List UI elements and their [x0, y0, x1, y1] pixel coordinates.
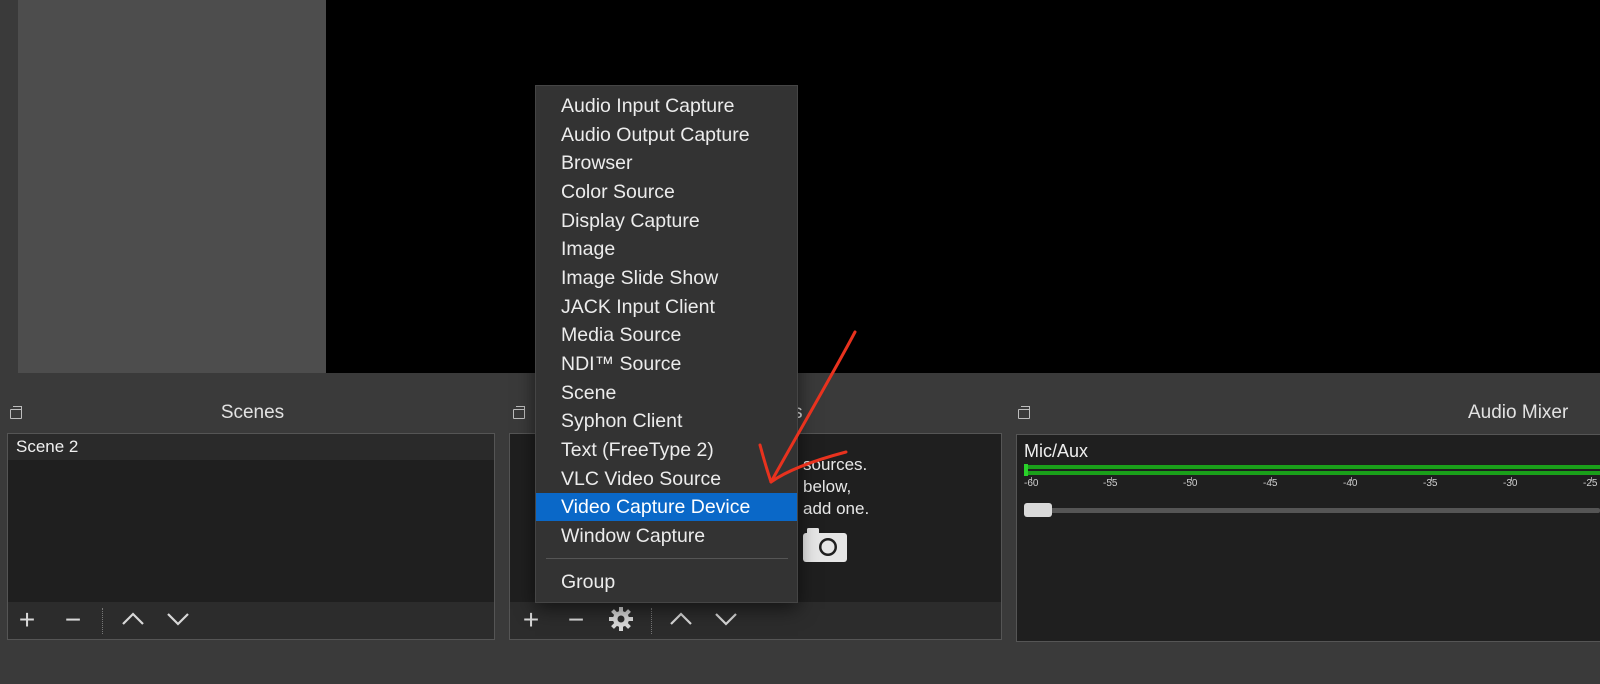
toolbar-separator — [651, 608, 653, 634]
scenes-toolbar: + − — [7, 602, 495, 640]
scenes-list[interactable]: Scene 2 — [7, 433, 495, 603]
sources-toolbar: + − — [509, 602, 1002, 640]
annotation-arrow — [758, 330, 857, 484]
meter-scale-label: -30 — [1503, 478, 1518, 489]
scenes-dock-title: Scenes — [0, 400, 505, 426]
menu-item-color-source[interactable]: Color Source — [536, 178, 797, 206]
preview-left-panel — [18, 0, 326, 373]
window-left-edge — [0, 0, 18, 376]
scenes-dock-header: Scenes — [0, 400, 505, 428]
menu-item-browser[interactable]: Browser — [536, 149, 797, 177]
move-scene-up-button[interactable] — [118, 606, 148, 636]
menu-item-group[interactable]: Group — [536, 568, 797, 596]
move-source-down-button[interactable] — [711, 606, 741, 636]
volume-meter-bar — [1024, 465, 1600, 469]
menu-item-image-slide-show[interactable]: Image Slide Show — [536, 264, 797, 292]
meter-scale-label: -50 — [1183, 478, 1198, 489]
preview-canvas[interactable] — [326, 0, 1600, 373]
menu-item-audio-output-capture[interactable]: Audio Output Capture — [536, 121, 797, 149]
audio-mixer-title: Audio Mixer — [1468, 402, 1569, 423]
float-dock-icon[interactable] — [1018, 406, 1030, 419]
volume-slider-handle[interactable] — [1024, 503, 1052, 517]
volume-meter-bar — [1024, 471, 1600, 475]
menu-item-audio-input-capture[interactable]: Audio Input Capture — [536, 92, 797, 120]
channel-name: Mic/Aux — [1024, 441, 1089, 461]
menu-item-window-capture[interactable]: Window Capture — [536, 522, 797, 550]
chevron-down-icon — [167, 613, 189, 626]
chevron-up-icon — [670, 612, 692, 625]
meter-scale-label: -35 — [1423, 478, 1438, 489]
chevron-down-icon — [715, 613, 737, 626]
add-scene-button[interactable]: + — [12, 606, 42, 636]
menu-separator — [546, 558, 788, 559]
camera-icon — [803, 528, 847, 562]
scene-item[interactable]: Scene 2 — [8, 434, 494, 460]
float-dock-icon[interactable] — [513, 406, 525, 419]
source-properties-button[interactable] — [606, 606, 636, 636]
meter-peak-indicator — [1024, 464, 1028, 476]
meter-scale-label: -60 — [1024, 478, 1039, 489]
remove-scene-button[interactable]: − — [58, 606, 88, 636]
meter-scale-label: -55 — [1103, 478, 1118, 489]
toolbar-separator — [102, 608, 104, 634]
float-dock-icon[interactable] — [10, 406, 22, 419]
menu-item-jack-input-client[interactable]: JACK Input Client — [536, 293, 797, 321]
move-scene-down-button[interactable] — [163, 606, 193, 636]
sources-empty-hint-3: add one. — [803, 499, 870, 518]
remove-source-button[interactable]: − — [561, 606, 591, 636]
audio-mixer-dock-header: Audio Mixer — [1010, 400, 1600, 428]
menu-item-image[interactable]: Image — [536, 235, 797, 263]
menu-item-display-capture[interactable]: Display Capture — [536, 207, 797, 235]
meter-scale-label: -45 — [1263, 478, 1278, 489]
add-source-button[interactable]: + — [516, 606, 546, 636]
move-source-up-button[interactable] — [666, 606, 696, 636]
meter-scale-label: -25 — [1583, 478, 1598, 489]
meter-scale-label: -40 — [1343, 478, 1358, 489]
chevron-up-icon — [122, 612, 144, 625]
volume-slider-track[interactable] — [1024, 508, 1600, 513]
gear-icon — [609, 607, 633, 631]
